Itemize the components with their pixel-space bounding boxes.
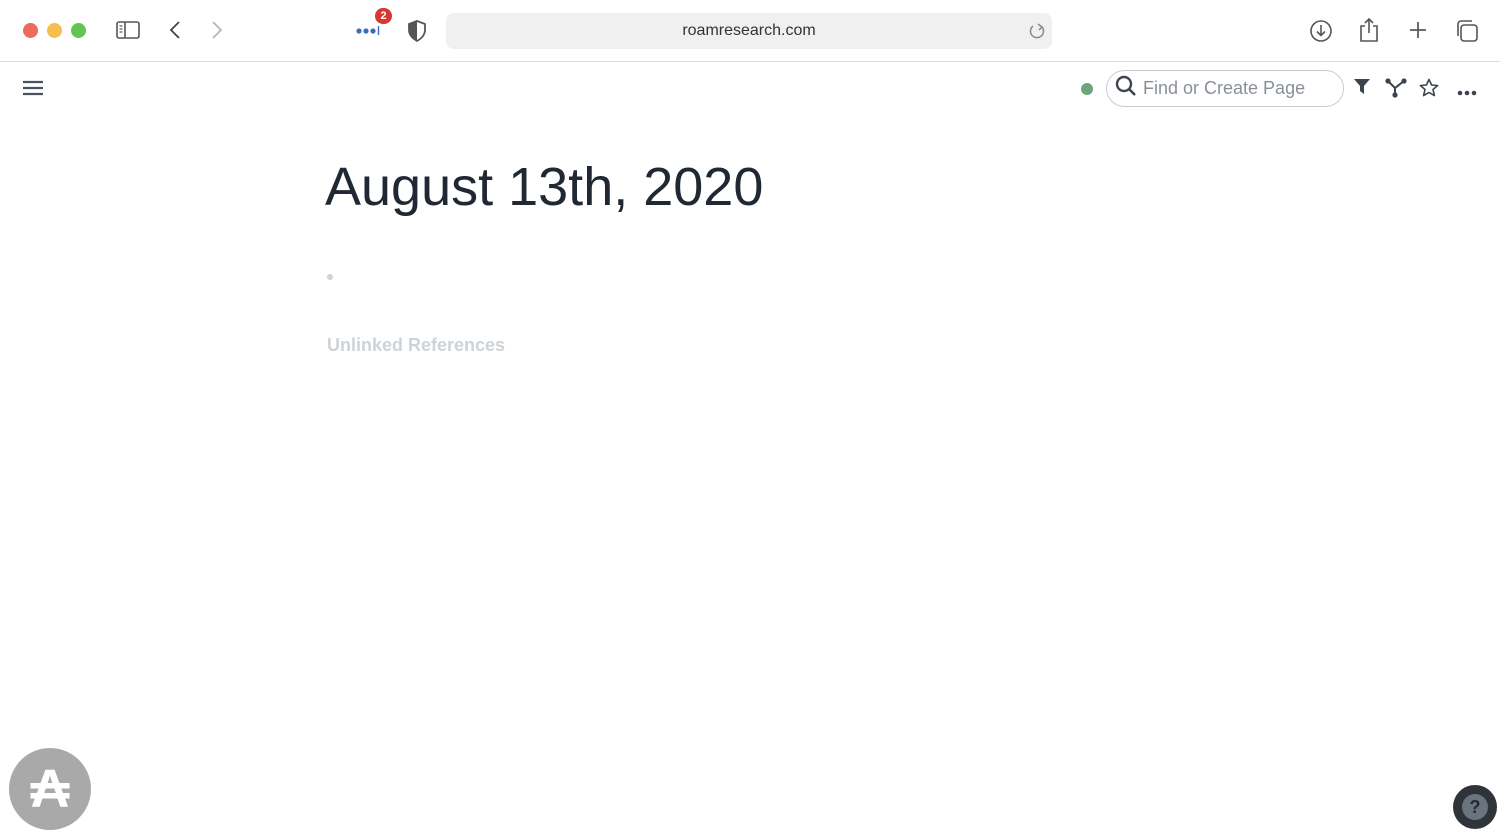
- tabs-icon: [1457, 20, 1478, 42]
- back-button[interactable]: [166, 19, 184, 41]
- chevron-left-icon: [169, 21, 180, 39]
- dots-extension-icon: [356, 26, 380, 35]
- sidebar-icon[interactable]: [115, 19, 140, 41]
- filter-button[interactable]: [1354, 78, 1370, 101]
- new-tab-button[interactable]: [1406, 18, 1430, 42]
- chevron-right-icon: [212, 21, 223, 39]
- plus-icon: [1410, 22, 1426, 38]
- minimize-window-button[interactable]: [47, 23, 62, 38]
- tab-overview-button[interactable]: [1454, 18, 1480, 44]
- sync-status-indicator: [1081, 83, 1093, 95]
- favorite-button[interactable]: [1419, 78, 1439, 103]
- help-button[interactable]: ?: [1453, 785, 1497, 829]
- zoom-window-button[interactable]: [71, 23, 86, 38]
- reload-icon[interactable]: [1028, 21, 1046, 46]
- graph-icon: [1385, 78, 1407, 98]
- privacy-report-button[interactable]: [406, 19, 428, 43]
- address-bar[interactable]: roamresearch.com: [446, 13, 1052, 49]
- more-options-button[interactable]: [1457, 84, 1477, 102]
- empty-block-bullet[interactable]: [327, 274, 333, 280]
- find-or-create-search[interactable]: [1106, 70, 1344, 107]
- close-window-button[interactable]: [23, 23, 38, 38]
- menu-button[interactable]: [23, 79, 43, 102]
- share-button[interactable]: [1357, 16, 1381, 44]
- extension-floating-button[interactable]: ₳: [9, 748, 91, 830]
- filter-icon: [1354, 79, 1370, 94]
- austral-sign-icon: ₳: [30, 759, 70, 819]
- hamburger-icon: [23, 80, 43, 96]
- extensions-button[interactable]: [355, 22, 381, 38]
- extension-badge: 2: [375, 8, 392, 24]
- shield-icon: [408, 20, 426, 42]
- forward-button[interactable]: [208, 19, 226, 41]
- star-icon: [1419, 78, 1439, 97]
- more-icon: [1457, 90, 1477, 96]
- download-icon: [1309, 19, 1332, 42]
- search-icon: [1115, 75, 1137, 102]
- browser-toolbar: 2 roamresearch.com: [0, 0, 1500, 62]
- question-mark-icon: ?: [1462, 794, 1488, 820]
- share-icon: [1360, 17, 1378, 42]
- search-input[interactable]: [1143, 78, 1333, 99]
- page-title[interactable]: August 13th, 2020: [325, 156, 763, 218]
- unlinked-references-toggle[interactable]: Unlinked References: [327, 335, 505, 356]
- downloads-button[interactable]: [1308, 18, 1333, 43]
- url-text: roamresearch.com: [682, 22, 816, 39]
- graph-overview-button[interactable]: [1385, 78, 1407, 103]
